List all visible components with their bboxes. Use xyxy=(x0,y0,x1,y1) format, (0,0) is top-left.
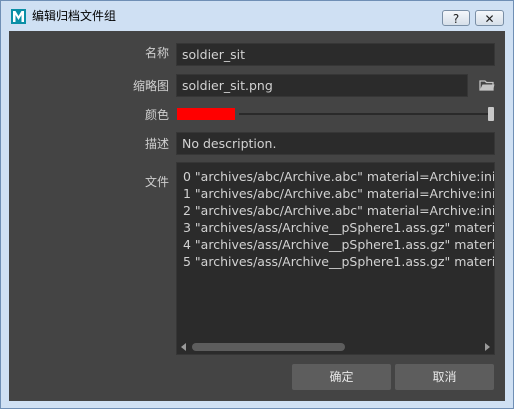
window-title: 编辑归档文件组 xyxy=(32,9,117,23)
file-row[interactable]: 4 "archives/ass/Archive__pSphere1.ass.gz… xyxy=(183,236,494,253)
files-label: 文件 xyxy=(144,175,169,189)
color-slider-handle[interactable] xyxy=(488,107,494,121)
close-button[interactable]: ✕ xyxy=(475,10,504,26)
folder-icon[interactable] xyxy=(478,76,496,94)
scroll-left-icon[interactable] xyxy=(181,343,186,351)
title-bar[interactable]: 编辑归档文件组 ? ✕ xyxy=(1,1,513,31)
thumbnail-label: 缩略图 xyxy=(132,79,169,93)
description-label: 描述 xyxy=(144,137,169,151)
help-button[interactable]: ? xyxy=(442,10,470,26)
color-label: 颜色 xyxy=(144,108,169,122)
color-slider-track[interactable] xyxy=(239,113,491,115)
cancel-button[interactable]: 取消 xyxy=(395,364,494,390)
ok-button[interactable]: 确定 xyxy=(292,364,391,390)
name-input[interactable]: soldier_sit xyxy=(176,43,495,66)
horizontal-scrollbar[interactable] xyxy=(177,340,494,354)
file-row[interactable]: 3 "archives/ass/Archive__pSphere1.ass.gz… xyxy=(183,219,494,236)
dialog-window: 编辑归档文件组 ? ✕ 名称 soldier_sit 缩略图 soldier_s… xyxy=(0,0,514,409)
color-swatch[interactable] xyxy=(177,108,235,120)
scroll-right-icon[interactable] xyxy=(485,343,490,351)
name-label: 名称 xyxy=(144,46,169,60)
file-row[interactable]: 0 "archives/abc/Archive.abc" material=Ar… xyxy=(183,168,494,185)
maya-m-icon xyxy=(11,9,26,24)
thumbnail-input[interactable]: soldier_sit.png xyxy=(176,74,468,97)
file-row[interactable]: 2 "archives/abc/Archive.abc" material=Ar… xyxy=(183,202,494,219)
scrollbar-thumb[interactable] xyxy=(192,343,345,351)
dialog-body: 名称 soldier_sit 缩略图 soldier_sit.png 颜色 描述… xyxy=(9,31,505,401)
file-row[interactable]: 5 "archives/ass/Archive__pSphere1.ass.gz… xyxy=(183,253,494,270)
description-input[interactable]: No description. xyxy=(176,132,495,155)
file-row[interactable]: 1 "archives/abc/Archive.abc" material=Ar… xyxy=(183,185,494,202)
file-list[interactable]: 0 "archives/abc/Archive.abc" material=Ar… xyxy=(176,162,495,355)
